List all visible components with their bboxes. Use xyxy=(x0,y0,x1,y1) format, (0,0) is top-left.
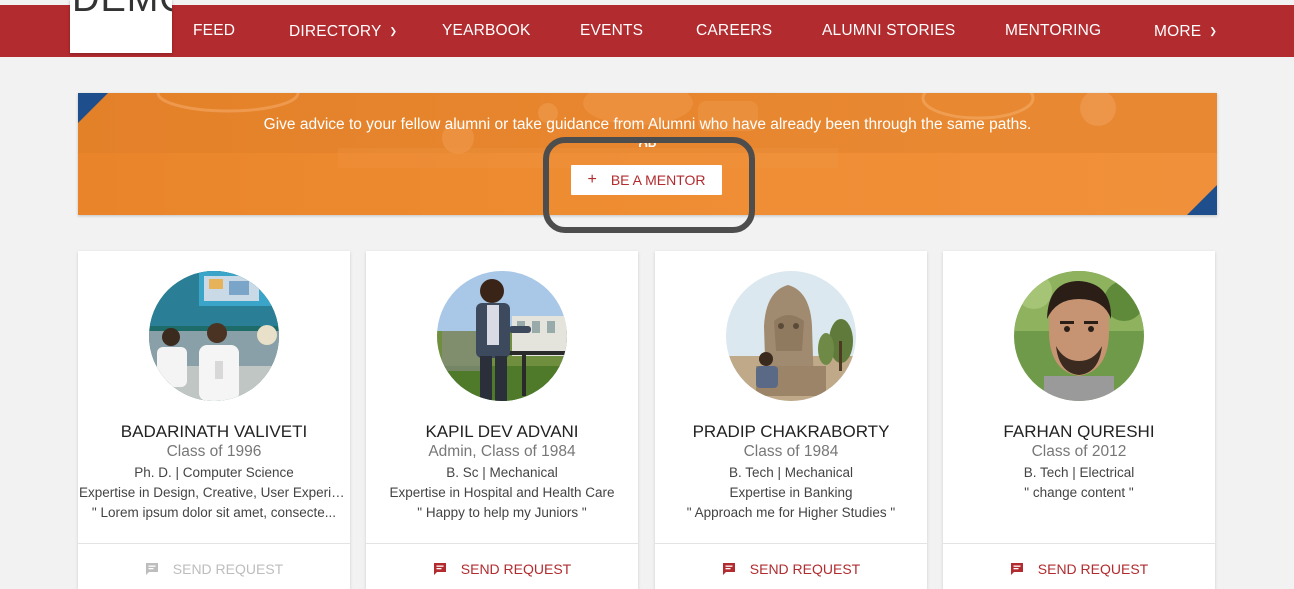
mentor-class: Admin, Class of 1984 xyxy=(428,443,576,460)
card-divider xyxy=(943,543,1215,544)
mentor-quote: " Lorem ipsum dolor sit amet, consecte..… xyxy=(91,505,337,520)
be-a-mentor-label: BE A MENTOR xyxy=(610,172,706,188)
send-request-button[interactable]: SEND REQUEST xyxy=(78,561,350,577)
chevron-down-icon: ❯ xyxy=(389,26,398,36)
avatar[interactable] xyxy=(437,271,567,401)
top-navbar: DEMO FEED DIRECTORY❯ YEARBOOK EVENTS CAR… xyxy=(0,0,1294,57)
mentor-quote: " Approach me for Higher Studies " xyxy=(686,505,896,520)
message-icon xyxy=(1010,563,1023,575)
card-divider xyxy=(78,543,350,544)
nav-item-events[interactable]: EVENTS xyxy=(580,5,643,57)
avatar[interactable] xyxy=(1014,271,1144,401)
message-icon xyxy=(145,563,158,575)
banner-background-image xyxy=(78,93,1217,215)
mentor-expertise: Expertise in Design, Creative, User Expe… xyxy=(79,485,350,500)
mentor-degree: Ph. D. | Computer Science xyxy=(134,465,294,480)
message-icon xyxy=(433,563,446,575)
mentor-class: Class of 1984 xyxy=(743,443,839,460)
mentor-expertise: Expertise in Hospital and Health Care xyxy=(389,485,615,500)
site-logo[interactable]: DEMO xyxy=(70,0,172,53)
mentor-class: Class of 1996 xyxy=(166,443,262,460)
avatar[interactable] xyxy=(726,271,856,401)
banner-or-text: OR xyxy=(638,139,657,147)
mentor-card: KAPIL DEV ADVANI Admin, Class of 1984 B.… xyxy=(366,251,638,589)
mentoring-banner: Give advice to your fellow alumni or tak… xyxy=(78,93,1217,215)
be-a-mentor-button[interactable]: + BE A MENTOR xyxy=(571,165,722,195)
banner-description: Give advice to your fellow alumni or tak… xyxy=(263,116,1032,133)
banner-corner-decoration xyxy=(1187,185,1217,215)
message-icon xyxy=(722,563,735,575)
logo-text: DEMO xyxy=(72,0,172,21)
nav-item-directory[interactable]: DIRECTORY ❯ xyxy=(289,5,397,57)
mentor-name[interactable]: BADARINATH VALIVETI xyxy=(78,422,350,442)
nav-item-mentoring[interactable]: MENTORING xyxy=(1005,5,1101,57)
mentor-name[interactable]: FARHAN QURESHI xyxy=(943,422,1215,442)
chevron-down-icon: ❯ xyxy=(1209,26,1218,36)
mentor-degree: B. Tech | Mechanical xyxy=(728,465,854,480)
mentor-card: FARHAN QURESHI Class of 2012 B. Tech | E… xyxy=(943,251,1215,589)
avatar[interactable] xyxy=(149,271,279,401)
nav-item-feed[interactable]: FEED xyxy=(193,5,235,57)
mentor-degree: B. Sc | Mechanical xyxy=(446,465,558,480)
plus-icon: + xyxy=(587,171,597,188)
mentor-expertise: Expertise in Banking xyxy=(729,485,853,500)
mentor-card: PRADIP CHAKRABORTY Class of 1984 B. Tech… xyxy=(655,251,927,589)
mentor-name[interactable]: KAPIL DEV ADVANI xyxy=(366,422,638,442)
mentor-class: Class of 2012 xyxy=(1031,443,1127,460)
card-divider xyxy=(366,543,638,544)
mentor-quote: " change content " xyxy=(1024,485,1134,500)
mentor-quote: " Happy to help my Juniors " xyxy=(417,505,587,520)
nav-item-alumni-stories[interactable]: ALUMNI STORIES xyxy=(822,5,955,57)
card-divider xyxy=(655,543,927,544)
send-request-button[interactable]: SEND REQUEST xyxy=(366,561,638,577)
send-request-button[interactable]: SEND REQUEST xyxy=(655,561,927,577)
mentor-card: BADARINATH VALIVETI Class of 1996 Ph. D.… xyxy=(78,251,350,589)
mentor-degree: B. Tech | Electrical xyxy=(1023,465,1135,480)
nav-item-careers[interactable]: CAREERS xyxy=(696,5,772,57)
mentor-name[interactable]: PRADIP CHAKRABORTY xyxy=(655,422,927,442)
nav-item-more[interactable]: MORE ❯ xyxy=(1154,5,1217,57)
nav-item-yearbook[interactable]: YEARBOOK xyxy=(442,5,531,57)
send-request-button[interactable]: SEND REQUEST xyxy=(943,561,1215,577)
